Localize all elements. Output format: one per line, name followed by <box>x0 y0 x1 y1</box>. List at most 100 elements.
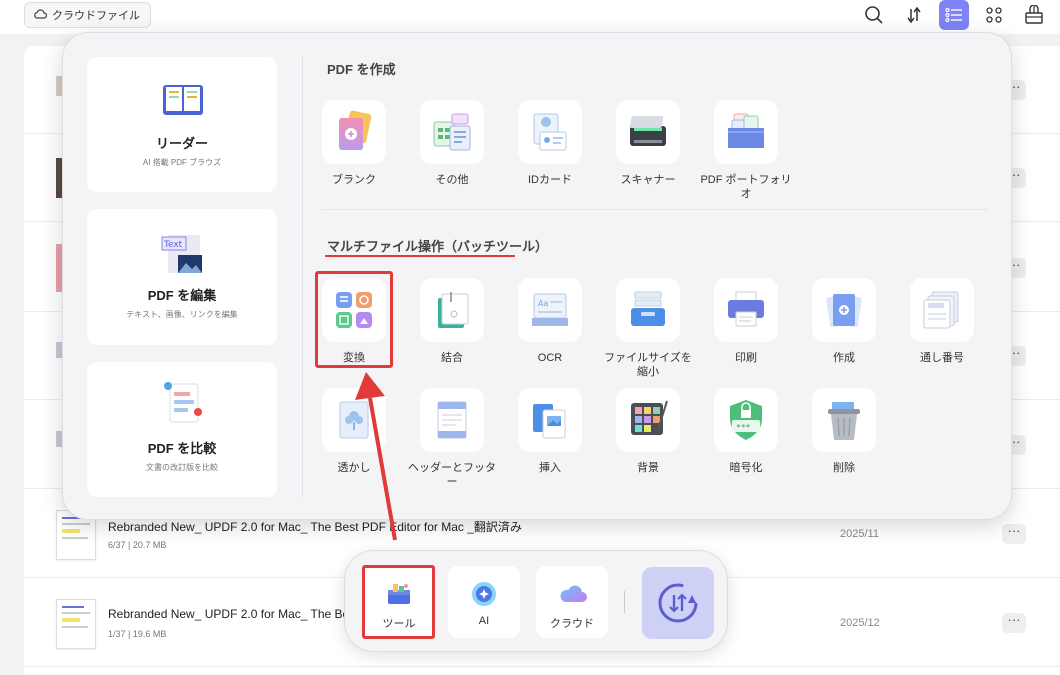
portfolio-icon <box>714 100 778 164</box>
edit-text-icon: Text <box>160 231 206 277</box>
compress-tool[interactable]: ファイルサイズを縮小 <box>599 278 697 378</box>
vertical-divider <box>302 57 303 497</box>
portfolio-label: PDF ポートフォリオ <box>700 174 792 200</box>
insert-tool[interactable]: 挿入 <box>501 388 599 484</box>
scanner-label: スキャナー <box>620 174 676 186</box>
compare-icon <box>160 380 206 426</box>
convert-icon <box>322 278 386 342</box>
id-card-tool[interactable]: IDカード <box>501 100 599 196</box>
file-meta: 6/37 | 20.7 MB <box>108 540 167 550</box>
combine-icon <box>420 278 484 342</box>
encrypt-icon: *** <box>714 388 778 452</box>
create-batch-tool[interactable]: 作成 <box>795 278 893 374</box>
tools-popup: リーダー AI 搭載 PDF ブラウズ Text PDF を編集 テキスト、画像… <box>62 32 1012 520</box>
ocr-tool[interactable]: Aa OCR <box>501 278 599 374</box>
create-icon <box>812 278 876 342</box>
grid-view-icon[interactable] <box>979 0 1009 30</box>
ocr-label: OCR <box>537 352 563 364</box>
blank-tool[interactable]: ブランク <box>305 100 403 196</box>
compress-icon <box>616 278 680 342</box>
encrypt-label: 暗号化 <box>729 462 763 474</box>
sync-icon <box>656 581 700 630</box>
file-title: Rebranded New_ UPDF 2.0 for Mac_ The Bes… <box>108 607 359 621</box>
blank-doc-icon <box>322 100 386 164</box>
combine-tool[interactable]: 結合 <box>403 278 501 374</box>
svg-text:***: *** <box>736 423 751 432</box>
background-icon <box>616 388 680 452</box>
print-label: 印刷 <box>735 352 757 364</box>
delete-tool[interactable]: 削除 <box>795 388 893 484</box>
file-thumbnail <box>56 599 96 649</box>
dock-ai-button[interactable]: AI <box>448 566 520 638</box>
ai-icon <box>470 580 498 608</box>
bates-number-tool[interactable]: 通し番号 <box>893 278 991 374</box>
edit-pdf-title: PDF を編集 <box>147 288 217 303</box>
header-footer-tool[interactable]: ヘッダーとフッター <box>403 388 501 488</box>
top-toolbar: クラウドファイル <box>0 0 1060 34</box>
compress-label: ファイルサイズを縮小 <box>604 352 692 378</box>
header-footer-label: ヘッダーとフッター <box>408 462 496 488</box>
svg-text:Text: Text <box>163 240 183 250</box>
file-date: 2025/11 <box>840 528 879 540</box>
cloud-files-button[interactable]: クラウドファイル <box>24 2 151 28</box>
edit-pdf-subtitle: テキスト、画像、リンクを編集 <box>126 310 238 319</box>
insert-icon <box>518 388 582 452</box>
dock-separator <box>624 591 625 613</box>
convert-label: 変換 <box>343 352 365 364</box>
background-label: 背景 <box>637 462 659 474</box>
reader-subtitle: AI 搭載 PDF ブラウズ <box>142 158 222 167</box>
create-label: 作成 <box>833 352 855 364</box>
cloud-icon <box>33 8 48 23</box>
convert-tool[interactable]: 変換 <box>305 271 403 374</box>
delete-icon <box>812 388 876 452</box>
ocr-icon: Aa <box>518 278 582 342</box>
id-card-icon <box>518 100 582 164</box>
more-options-button[interactable]: ··· <box>1002 613 1026 633</box>
other-tool[interactable]: その他 <box>403 100 501 196</box>
delete-label: 削除 <box>833 462 855 474</box>
other-label: その他 <box>435 174 469 186</box>
watermark-label: 透かし <box>337 462 371 474</box>
sort-icon[interactable] <box>899 0 929 30</box>
header-footer-icon <box>420 388 484 452</box>
insert-label: 挿入 <box>539 462 561 474</box>
print-tool[interactable]: 印刷 <box>697 278 795 374</box>
id-card-label: IDカード <box>528 174 572 186</box>
edit-pdf-card[interactable]: Text PDF を編集 テキスト、画像、リンクを編集 <box>87 209 277 345</box>
list-view-icon[interactable] <box>939 0 969 30</box>
section-divider <box>322 209 988 210</box>
cloud-files-label: クラウドファイル <box>52 10 140 22</box>
dock-sync-button[interactable] <box>642 567 714 639</box>
encrypt-tool[interactable]: *** 暗号化 <box>697 388 795 484</box>
more-options-button[interactable]: ··· <box>1002 524 1026 544</box>
compare-pdf-card[interactable]: PDF を比較 文書の改訂版を比較 <box>87 362 277 497</box>
bottom-dock: ツール AI クラウド <box>344 550 728 652</box>
cloud-icon <box>558 580 587 608</box>
other-formats-icon <box>420 100 484 164</box>
batch-section-title: マルチファイル操作（バッチツール） <box>327 239 549 254</box>
file-title: Rebranded New_ UPDF 2.0 for Mac_ The Bes… <box>108 520 522 534</box>
create-section-title: PDF を作成 <box>327 62 396 77</box>
file-meta: 1/37 | 19.6 MB <box>108 629 167 639</box>
watermark-tool[interactable]: 透かし <box>305 388 403 484</box>
bates-number-icon <box>910 278 974 342</box>
dock-cloud-button[interactable]: クラウド <box>536 566 608 638</box>
watermark-icon <box>322 388 386 452</box>
compare-pdf-title: PDF を比較 <box>147 441 217 456</box>
reader-title: リーダー <box>155 136 208 151</box>
dock-ai-label: AI <box>478 615 490 627</box>
combine-label: 結合 <box>441 352 463 364</box>
print-icon <box>714 278 778 342</box>
svg-text:Aa: Aa <box>538 299 548 308</box>
blank-label: ブランク <box>332 174 376 186</box>
background-tool[interactable]: 背景 <box>599 388 697 484</box>
scanner-tool[interactable]: スキャナー <box>599 100 697 196</box>
highlight-frame <box>362 565 435 639</box>
reader-card[interactable]: リーダー AI 搭載 PDF ブラウズ <box>87 57 277 192</box>
basket-icon[interactable] <box>1019 0 1049 30</box>
portfolio-tool[interactable]: PDF ポートフォリオ <box>697 100 795 200</box>
dock-cloud-label: クラウド <box>550 618 594 630</box>
bates-number-label: 通し番号 <box>920 352 964 364</box>
search-icon[interactable] <box>859 0 889 30</box>
book-icon <box>160 77 206 123</box>
